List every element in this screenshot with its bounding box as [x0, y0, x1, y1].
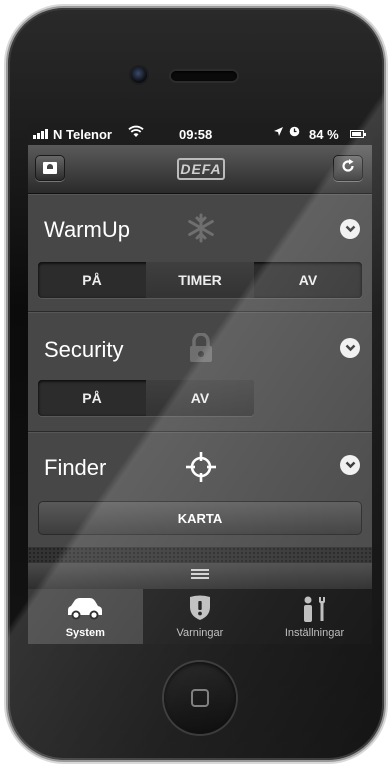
crosshair-icon [185, 451, 217, 488]
lock-icon [188, 332, 214, 368]
map-button[interactable]: KARTA [38, 501, 362, 535]
person-wrench-icon [257, 595, 372, 623]
finder-title: Finder [44, 455, 107, 480]
status-bar: N Telenor 09:58 84 % [28, 123, 372, 145]
tab-warnings[interactable]: Varningar [143, 589, 258, 644]
tab-settings-label: Inställningar [284, 627, 345, 639]
contacts-button[interactable] [35, 155, 65, 181]
wifi-icon [128, 125, 144, 141]
security-mode-selector: PÅ AV [38, 380, 254, 416]
chevron-down-icon [345, 344, 355, 352]
refresh-icon [340, 158, 356, 179]
alarm-clock-icon [289, 126, 300, 140]
home-square-icon [191, 689, 209, 707]
warmup-option-off[interactable]: AV [254, 262, 362, 298]
tab-bar: System Varningar Inställningar [28, 589, 372, 644]
warmup-mode-selector: PÅ TIMER AV [38, 262, 362, 298]
tab-settings[interactable]: Inställningar [257, 589, 372, 644]
security-section: Security PÅ AV [28, 312, 372, 432]
finder-section: Finder KARTA [28, 432, 372, 549]
security-option-off[interactable]: AV [146, 380, 254, 416]
warmup-option-timer[interactable]: TIMER [146, 262, 254, 298]
front-camera [131, 67, 147, 83]
textured-divider [28, 547, 372, 563]
earpiece-speaker [171, 71, 237, 81]
snowflake-icon [186, 213, 216, 248]
menu-lines-icon [191, 569, 209, 581]
refresh-button[interactable] [333, 155, 363, 181]
warmup-expand-button[interactable] [340, 219, 360, 239]
battery-percentage: 84 % [309, 127, 339, 142]
signal-bars-icon [33, 129, 48, 139]
security-option-on[interactable]: PÅ [38, 380, 146, 416]
warmup-option-on[interactable]: PÅ [38, 262, 146, 298]
carrier-name: N Telenor [53, 127, 112, 142]
tab-warnings-label: Varningar [176, 627, 224, 639]
drawer-handle[interactable] [28, 563, 372, 589]
warmup-title: WarmUp [44, 217, 130, 242]
contact-card-icon [43, 162, 57, 174]
warning-shield-icon [143, 595, 258, 621]
tab-system-label: System [65, 627, 105, 639]
warmup-section: WarmUp PÅ TIMER AV [28, 194, 372, 312]
clock: 09:58 [179, 127, 213, 142]
chevron-down-icon [345, 461, 355, 469]
security-expand-button[interactable] [340, 338, 360, 358]
battery-icon [350, 130, 366, 138]
navigation-bar: DEFA [28, 145, 372, 194]
chevron-down-icon [345, 225, 355, 233]
car-icon [28, 595, 143, 623]
security-title: Security [44, 337, 124, 362]
location-arrow-icon [273, 126, 284, 140]
tab-system[interactable]: System [28, 589, 143, 644]
finder-expand-button[interactable] [340, 455, 360, 475]
app-screen: N Telenor 09:58 84 % DEFA WarmUp PÅ TIME… [28, 123, 372, 644]
defa-logo: DEFA [177, 158, 225, 180]
